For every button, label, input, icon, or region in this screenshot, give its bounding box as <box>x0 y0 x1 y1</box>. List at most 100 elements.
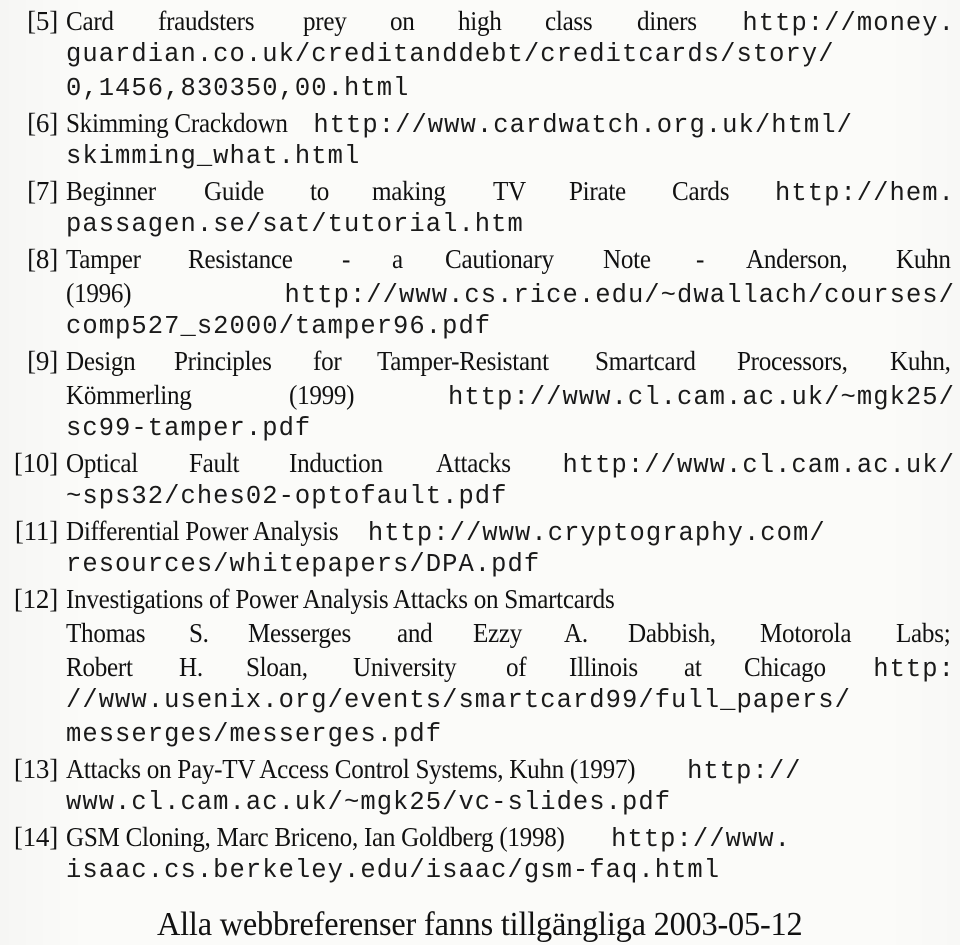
reference-url-text: resources/whitepapers/DPA.pdf <box>66 550 541 579</box>
reference-title-text: TV <box>492 176 526 206</box>
reference-title-text: diners <box>637 6 697 36</box>
reference-title-text: Cards <box>672 176 730 206</box>
reference-marker: [8] <box>27 244 58 274</box>
reference-title-text: Tamper-Resistant <box>377 346 549 376</box>
reference-line: Optical Fault Induction Attacks http://www.c… <box>66 446 955 480</box>
reference-url-text: http://www.cardwatch.org.uk/html/ <box>313 111 853 140</box>
reference-title-text: H. <box>178 652 203 682</box>
reference-title-text: A. <box>564 618 589 648</box>
reference-title-text: high <box>457 6 502 36</box>
reference-title-text: University <box>353 652 457 682</box>
reference-title-text: Fault <box>189 448 240 478</box>
reference-line: Skimming Crackdown http://www.cardwatch.o… <box>66 106 955 140</box>
reference-title-text: and <box>397 618 433 648</box>
reference-line: //www.usenix.org/events/smartcard99/full… <box>66 684 955 718</box>
reference-title-text: Motorola <box>760 618 852 648</box>
reference-line: comp527_s2000/tamper96.pdf <box>66 310 955 344</box>
reference-url-text: http://hem. <box>775 179 955 208</box>
closing-note-text: Alla webbreferenser fanns tillgängliga 2… <box>157 906 803 943</box>
reference-title-text: to <box>310 176 329 206</box>
reference-line: skimming_what.html <box>66 140 955 174</box>
reference-title-text: Differential Power Analysis <box>66 516 339 546</box>
closing-note: Alla webbreferenser fanns tillgängliga 2… <box>0 906 960 944</box>
reference-body: Investigations of Power Analysis Attacks… <box>66 582 960 752</box>
reference-entry: [10] Optical Fault Induction Attacks http://w… <box>0 446 960 514</box>
reference-line: Attacks on Pay-TV Access Control Systems… <box>66 752 955 786</box>
reference-title-text: Ezzy <box>473 618 523 648</box>
reference-title-text: of <box>505 652 527 682</box>
reference-title-text: Optical <box>66 448 138 478</box>
reference-title-text: Skimming Crackdown <box>66 108 288 138</box>
reference-body: Design Principles for Tamper-Resistant Smart… <box>66 344 960 446</box>
reference-title-text: Design <box>66 346 136 376</box>
reference-line: Card fraudsters prey on high class diners http:… <box>66 4 955 38</box>
reference-url-text: http://www.cryptography.com/ <box>367 519 826 548</box>
reference-body: Skimming Crackdown http://www.cardwatch.o… <box>66 106 960 174</box>
reference-entry: [14] GSM Cloning, Marc Briceno, Ian Goldb… <box>0 820 960 888</box>
reference-line: 0,1456,830350,00.html <box>66 72 955 106</box>
reference-line: Tamper Resistance - a Cautionary Note - Anderso… <box>66 242 955 276</box>
reference-body: Optical Fault Induction Attacks http://www.c… <box>66 446 960 514</box>
reference-title-text: S. <box>189 618 209 648</box>
reference-entry: [6] Skimming Crackdown http://www.cardwatc… <box>0 106 960 174</box>
reference-title-text: Kömmerling <box>66 380 192 410</box>
reference-title-text: Kuhn, <box>889 346 951 376</box>
reference-entry: [13] Attacks on Pay-TV Access Control Sys… <box>0 752 960 820</box>
reference-title-text: Smartcard <box>595 346 697 376</box>
reference-line: passagen.se/sat/tutorial.htm <box>66 208 955 242</box>
reference-body: Beginner Guide to making TV Pirate Cards http:/… <box>66 174 960 242</box>
reference-url-text: www.cl.cam.ac.uk/~mgk25/vc-slides.pdf <box>66 788 672 817</box>
reference-title-text: Sloan, <box>245 652 308 682</box>
reference-line: Thomas S. Messerges and Ezzy A. Dabbish, Motoro… <box>66 616 955 650</box>
reference-entry: [5] Card fraudsters prey on high class diners ht… <box>0 4 960 106</box>
reference-line: resources/whitepapers/DPA.pdf <box>66 548 955 582</box>
reference-url-text: //www.usenix.org/events/smartcard99/full… <box>66 686 851 715</box>
reference-url-text: http: <box>873 655 955 684</box>
reference-entry: [12] Investigations of Power Analysis Att… <box>0 582 960 752</box>
reference-line: guardian.co.uk/creditanddebt/creditcards… <box>66 38 955 72</box>
reference-title-text: fraudsters <box>158 6 255 36</box>
reference-title-text: at <box>684 652 702 682</box>
reference-marker: [11] <box>14 516 58 546</box>
reference-line: ~sps32/ches02-optofault.pdf <box>66 480 955 514</box>
reference-title-text: prey <box>302 6 347 36</box>
reference-title-text: Card <box>66 6 114 36</box>
reference-line: Design Principles for Tamper-Resistant Smart… <box>66 344 955 378</box>
reference-url-text: skimming_what.html <box>66 142 361 171</box>
reference-title-text: Thomas <box>66 618 146 648</box>
reference-url-text: ~sps32/ches02-optofault.pdf <box>66 482 508 511</box>
reference-line: isaac.cs.berkeley.edu/isaac/gsm-faq.html <box>66 854 955 888</box>
reference-marker: [10] <box>13 448 58 478</box>
reference-title-text: Attacks <box>436 448 511 478</box>
reference-url-text: http://www.cs.rice.edu/~dwallach/courses… <box>284 281 955 310</box>
reference-entry: [11] Differential Power Analysis http://ww… <box>0 514 960 582</box>
reference-marker: [7] <box>27 176 58 206</box>
reference-title-text: Messerges <box>248 618 352 648</box>
reference-title-text: Pirate <box>569 176 627 206</box>
reference-title-text: Investigations of Power Analysis Attacks… <box>66 584 615 614</box>
reference-title-text: Guide <box>204 176 265 206</box>
reference-url-text: comp527_s2000/tamper96.pdf <box>66 312 492 341</box>
reference-title-text: Processors, <box>737 346 848 376</box>
reference-title-text: Anderson, <box>745 244 848 274</box>
document-page: [5] Card fraudsters prey on high class diners ht… <box>0 0 960 945</box>
reference-body: GSM Cloning, Marc Briceno, Ian Goldberg … <box>66 820 960 888</box>
reference-title-text: - <box>695 244 704 274</box>
reference-title-text: Robert <box>66 652 133 682</box>
reference-line: Investigations of Power Analysis Attacks… <box>66 582 955 616</box>
reference-url-text: messerges/messerges.pdf <box>66 720 443 749</box>
reference-marker: [14] <box>13 822 58 852</box>
reference-title-text: GSM Cloning, Marc Briceno, Ian Goldberg … <box>66 822 565 852</box>
reference-title-text: Chicago <box>744 652 826 682</box>
reference-url-text: http:// <box>687 757 802 786</box>
reference-title-text: Resistance <box>187 244 293 274</box>
reference-marker: [9] <box>27 346 58 376</box>
reference-title-text: (1996) <box>66 278 132 308</box>
reference-url-text: http://money. <box>742 9 955 38</box>
reference-entry: [7] Beginner Guide to making TV Pirate Cards htt… <box>0 174 960 242</box>
reference-marker: [5] <box>27 6 58 36</box>
reference-entry: [9] Design Principles for Tamper-Resistant Sm… <box>0 344 960 446</box>
reference-title-text: Note <box>603 244 651 274</box>
reference-url-text: http://www. <box>611 825 792 854</box>
reference-title-text: Kuhn <box>896 244 951 274</box>
